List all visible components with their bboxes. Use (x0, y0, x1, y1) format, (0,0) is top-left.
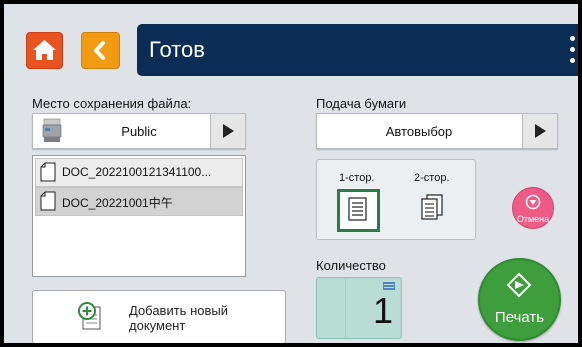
quantity-value: 1 (372, 290, 393, 331)
file-name: DOC_2022100121341100... (62, 165, 212, 179)
one-sided-option[interactable] (337, 189, 380, 232)
cancel-button[interactable]: Отмена (512, 187, 554, 229)
app-screen: Готов Место сохранения файла: Public DOC… (4, 4, 578, 343)
more-menu-icon[interactable] (570, 36, 576, 66)
two-sided-option[interactable] (415, 192, 449, 226)
print-label: Печать (494, 309, 545, 326)
back-button[interactable] (81, 32, 120, 69)
page-title: Готов (149, 37, 205, 62)
document-icon (40, 191, 56, 211)
storage-device-icon (42, 118, 62, 142)
main-content: Место сохранения файла: Public DOC_20221… (4, 82, 578, 343)
title-bar: Готов (137, 24, 578, 76)
cancel-label: Отмена (516, 214, 550, 224)
save-location-dropdown[interactable]: Public (32, 113, 246, 149)
file-list-item[interactable]: DOC_2022100121341100... (35, 158, 243, 187)
stop-icon (525, 194, 541, 210)
file-list-item-selected[interactable]: DOC_20221001中午 (35, 187, 243, 216)
paper-feed-value: Автовыбор (385, 124, 453, 139)
add-document-button[interactable]: Добавить новый документ (32, 290, 286, 343)
home-button[interactable] (26, 32, 63, 69)
paper-feed-dropdown[interactable]: Автовыбор (316, 113, 558, 149)
top-bar: Готов (4, 4, 578, 82)
paper-feed-dropdown-arrow[interactable] (522, 114, 557, 148)
quantity-divider (345, 278, 346, 338)
home-icon (33, 40, 56, 60)
save-location-dropdown-arrow[interactable] (210, 114, 245, 148)
add-document-icon (78, 302, 101, 330)
document-icon (40, 162, 56, 182)
file-list[interactable]: DOC_2022100121341100... DOC_20221001中午 (32, 155, 246, 277)
one-sided-label: 1-стор. (339, 172, 375, 184)
two-sided-label: 2-стор. (414, 172, 450, 184)
print-button[interactable]: Печать (478, 258, 561, 341)
file-name: DOC_20221001中午 (62, 196, 173, 210)
save-location-label: Место сохранения файла: (32, 96, 192, 111)
double-page-icon (421, 194, 443, 220)
quantity-input[interactable]: 1 (316, 277, 402, 339)
keypad-icon (383, 282, 395, 290)
duplex-selector: 1-стор. 2-стор. (316, 159, 476, 240)
print-start-icon (506, 272, 532, 298)
save-location-value: Public (121, 124, 157, 139)
chevron-left-icon (94, 41, 105, 60)
paper-feed-label: Подача бумаги (316, 96, 407, 111)
single-page-icon (348, 197, 367, 221)
triangle-right-icon (223, 124, 234, 138)
triangle-right-icon (535, 124, 546, 138)
add-document-label: Добавить новый документ (129, 303, 228, 333)
quantity-label: Количество (316, 258, 386, 273)
